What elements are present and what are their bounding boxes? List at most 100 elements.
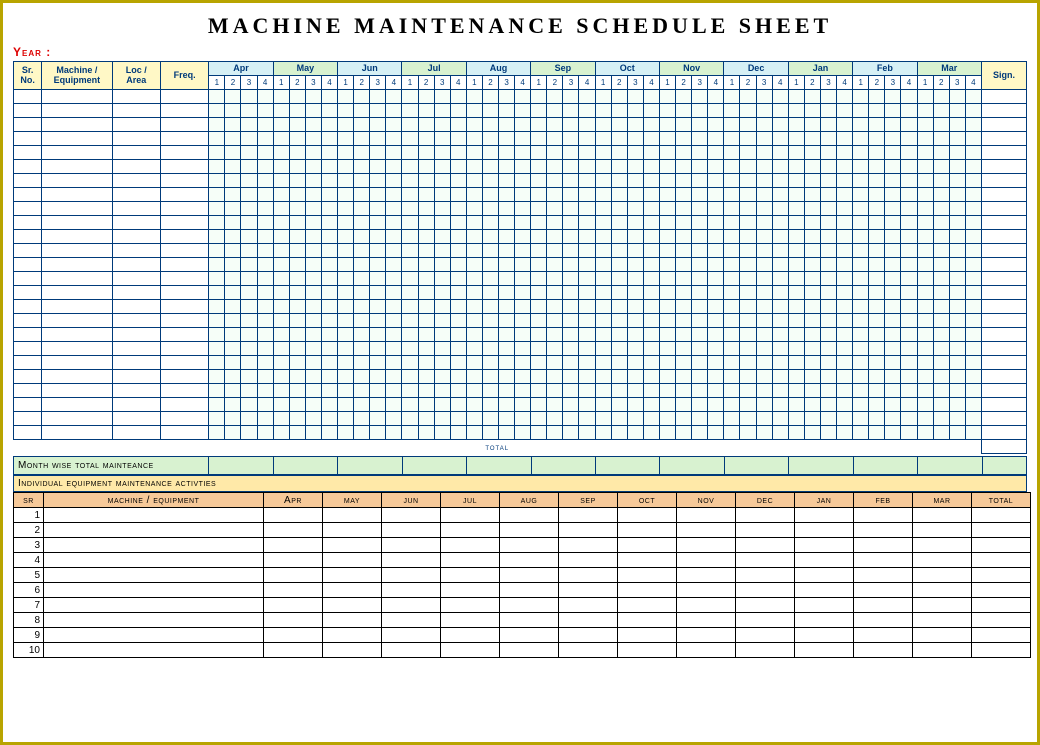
schedule-cell[interactable] — [853, 230, 869, 244]
schedule-cell[interactable] — [273, 104, 289, 118]
schedule-cell[interactable] — [482, 356, 498, 370]
schedule-cell[interactable] — [627, 370, 643, 384]
schedule-cell[interactable] — [869, 258, 885, 272]
act-cell[interactable] — [618, 568, 677, 583]
act-cell[interactable] — [972, 553, 1031, 568]
schedule-cell[interactable] — [354, 188, 370, 202]
schedule-cell[interactable] — [386, 202, 402, 216]
month-wise-cell[interactable] — [595, 457, 659, 475]
schedule-cell[interactable] — [386, 188, 402, 202]
schedule-cell[interactable] — [499, 412, 515, 426]
schedule-cell[interactable] — [756, 300, 772, 314]
schedule-cell[interactable] — [885, 314, 901, 328]
schedule-cell[interactable] — [837, 398, 853, 412]
schedule-cell[interactable] — [917, 230, 933, 244]
schedule-cell[interactable] — [241, 132, 257, 146]
schedule-cell[interactable] — [579, 356, 595, 370]
schedule-cell[interactable] — [692, 104, 708, 118]
schedule-cell[interactable] — [338, 328, 354, 342]
schedule-cell[interactable] — [724, 146, 740, 160]
schedule-cell[interactable] — [257, 370, 273, 384]
schedule-cell[interactable] — [643, 328, 659, 342]
schedule-cell[interactable] — [321, 230, 337, 244]
schedule-cell[interactable] — [482, 300, 498, 314]
schedule-cell[interactable] — [531, 90, 547, 104]
schedule-cell[interactable] — [756, 398, 772, 412]
schedule-cell[interactable] — [965, 104, 981, 118]
month-wise-cell[interactable] — [724, 457, 788, 475]
month-wise-cell[interactable] — [789, 457, 853, 475]
schedule-cell[interactable] — [14, 188, 42, 202]
schedule-cell[interactable] — [241, 384, 257, 398]
schedule-cell[interactable] — [354, 384, 370, 398]
schedule-cell[interactable] — [42, 412, 112, 426]
schedule-cell[interactable] — [676, 370, 692, 384]
schedule-cell[interactable] — [659, 90, 675, 104]
act-cell[interactable] — [913, 628, 972, 643]
act-cell[interactable] — [500, 538, 559, 553]
act-cell[interactable] — [323, 643, 382, 658]
schedule-cell[interactable] — [820, 356, 836, 370]
schedule-cell[interactable] — [112, 384, 160, 398]
schedule-cell[interactable] — [965, 174, 981, 188]
schedule-cell[interactable] — [740, 314, 756, 328]
act-cell[interactable] — [913, 538, 972, 553]
schedule-cell[interactable] — [402, 412, 418, 426]
schedule-cell[interactable] — [547, 104, 563, 118]
month-wise-cell[interactable] — [982, 457, 1026, 475]
schedule-cell[interactable] — [885, 426, 901, 440]
schedule-cell[interactable] — [209, 286, 225, 300]
schedule-cell[interactable] — [42, 398, 112, 412]
schedule-cell[interactable] — [837, 370, 853, 384]
schedule-cell[interactable] — [386, 328, 402, 342]
schedule-cell[interactable] — [869, 370, 885, 384]
schedule-cell[interactable] — [289, 202, 305, 216]
schedule-cell[interactable] — [772, 398, 788, 412]
schedule-cell[interactable] — [804, 188, 820, 202]
schedule-cell[interactable] — [209, 202, 225, 216]
act-cell[interactable] — [677, 583, 736, 598]
act-cell[interactable] — [559, 643, 618, 658]
schedule-cell[interactable] — [563, 356, 579, 370]
schedule-cell[interactable] — [402, 118, 418, 132]
schedule-cell[interactable] — [788, 398, 804, 412]
schedule-cell[interactable] — [965, 258, 981, 272]
schedule-cell[interactable] — [402, 370, 418, 384]
schedule-cell[interactable] — [692, 90, 708, 104]
schedule-cell[interactable] — [579, 412, 595, 426]
schedule-cell[interactable] — [837, 230, 853, 244]
schedule-cell[interactable] — [676, 342, 692, 356]
schedule-cell[interactable] — [370, 342, 386, 356]
schedule-cell[interactable] — [273, 188, 289, 202]
schedule-cell[interactable] — [837, 426, 853, 440]
schedule-cell[interactable] — [901, 342, 917, 356]
schedule-cell[interactable] — [692, 202, 708, 216]
schedule-cell[interactable] — [305, 286, 321, 300]
schedule-cell[interactable] — [627, 90, 643, 104]
schedule-cell[interactable] — [370, 258, 386, 272]
schedule-cell[interactable] — [418, 216, 434, 230]
schedule-cell[interactable] — [659, 160, 675, 174]
schedule-cell[interactable] — [418, 286, 434, 300]
schedule-cell[interactable] — [804, 300, 820, 314]
schedule-cell[interactable] — [466, 244, 482, 258]
schedule-cell[interactable] — [160, 132, 208, 146]
act-cell[interactable] — [441, 598, 500, 613]
schedule-cell[interactable] — [772, 132, 788, 146]
schedule-cell[interactable] — [499, 202, 515, 216]
schedule-cell[interactable] — [933, 412, 949, 426]
schedule-cell[interactable] — [466, 160, 482, 174]
schedule-cell[interactable] — [869, 286, 885, 300]
schedule-cell[interactable] — [225, 286, 241, 300]
act-cell[interactable] — [559, 538, 618, 553]
schedule-cell[interactable] — [305, 314, 321, 328]
schedule-cell[interactable] — [627, 118, 643, 132]
schedule-cell[interactable] — [386, 230, 402, 244]
schedule-cell[interactable] — [370, 314, 386, 328]
month-wise-cell[interactable] — [467, 457, 531, 475]
schedule-cell[interactable] — [563, 118, 579, 132]
schedule-cell[interactable] — [14, 160, 42, 174]
schedule-cell[interactable] — [257, 286, 273, 300]
schedule-cell[interactable] — [273, 356, 289, 370]
schedule-cell[interactable] — [321, 146, 337, 160]
